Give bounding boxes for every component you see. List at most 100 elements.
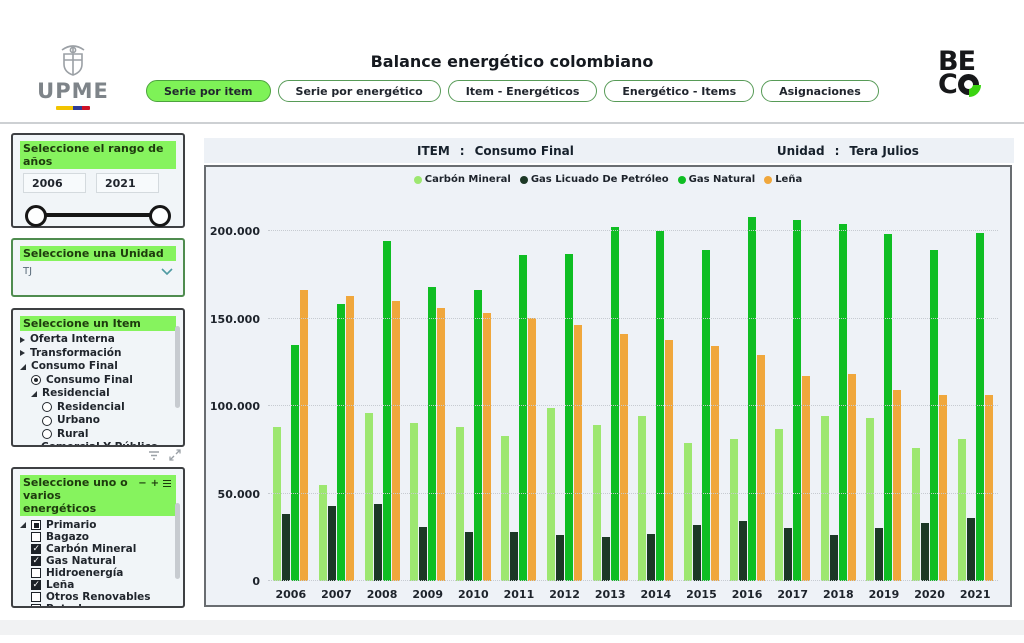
energetico-node-carbón-mineral[interactable]: Carbón Mineral bbox=[13, 543, 183, 555]
bar-gas-natural-2013[interactable] bbox=[611, 227, 619, 581]
bar-gas-natural-2018[interactable] bbox=[839, 224, 847, 581]
bar-gas-licuado-de-petróleo-2017[interactable] bbox=[784, 528, 792, 581]
legend-item-gas-licuado-de-petróleo[interactable]: Gas Licuado De Petróleo bbox=[520, 174, 669, 185]
radio-selected-icon[interactable] bbox=[31, 375, 41, 385]
bar-carbón-mineral-2014[interactable] bbox=[638, 416, 646, 581]
radio-icon[interactable] bbox=[42, 429, 52, 439]
bar-carbón-mineral-2006[interactable] bbox=[273, 427, 281, 581]
energetico-node-primario[interactable]: Primario bbox=[13, 519, 183, 531]
energetico-node-petroleo[interactable]: Petroleo bbox=[13, 603, 183, 608]
item-node-consumo-final[interactable]: Consumo Final bbox=[13, 360, 183, 374]
checkbox-checked-icon[interactable] bbox=[31, 544, 41, 554]
collapsed-arrow-icon[interactable] bbox=[20, 350, 25, 356]
tab-energético-items[interactable]: Energético - Items bbox=[604, 80, 754, 102]
item-node-urbano[interactable]: Urbano bbox=[13, 414, 183, 428]
item-node-consumo-final[interactable]: Consumo Final bbox=[13, 374, 183, 388]
bar-leña-2019[interactable] bbox=[893, 390, 901, 581]
energetico-node-gas-natural[interactable]: Gas Natural bbox=[13, 555, 183, 567]
item-node-transformación[interactable]: Transformación bbox=[13, 347, 183, 361]
checkbox-unchecked-icon[interactable] bbox=[31, 568, 41, 578]
bar-leña-2016[interactable] bbox=[757, 355, 765, 581]
bar-leña-2009[interactable] bbox=[437, 308, 445, 581]
tab-serie-por-energético[interactable]: Serie por energético bbox=[278, 80, 441, 102]
bar-leña-2010[interactable] bbox=[483, 313, 491, 581]
bar-gas-licuado-de-petróleo-2012[interactable] bbox=[556, 535, 564, 581]
bar-gas-natural-2012[interactable] bbox=[565, 254, 573, 581]
bar-gas-licuado-de-petróleo-2006[interactable] bbox=[282, 514, 290, 581]
bar-gas-licuado-de-petróleo-2007[interactable] bbox=[328, 506, 336, 581]
tab-serie-por-item[interactable]: Serie por item bbox=[146, 80, 271, 102]
bar-gas-licuado-de-petróleo-2009[interactable] bbox=[419, 527, 427, 581]
bar-leña-2012[interactable] bbox=[574, 325, 582, 581]
radio-icon[interactable] bbox=[42, 416, 52, 426]
collapsed-arrow-icon[interactable] bbox=[31, 445, 36, 447]
checkbox-checked-icon[interactable] bbox=[31, 556, 41, 566]
bar-gas-natural-2011[interactable] bbox=[519, 255, 527, 581]
item-node-rural[interactable]: Rural bbox=[13, 428, 183, 442]
bar-carbón-mineral-2009[interactable] bbox=[410, 423, 418, 581]
bar-leña-2007[interactable] bbox=[346, 296, 354, 581]
bar-gas-licuado-de-petróleo-2015[interactable] bbox=[693, 525, 701, 581]
item-node-oferta-interna[interactable]: Oferta Interna bbox=[13, 333, 183, 347]
expand-all-icon[interactable]: + bbox=[151, 477, 159, 490]
expanded-arrow-icon[interactable] bbox=[20, 522, 26, 528]
bar-leña-2014[interactable] bbox=[665, 340, 673, 581]
checkbox-partial-icon[interactable] bbox=[31, 520, 41, 530]
energetico-node-bagazo[interactable]: Bagazo bbox=[13, 531, 183, 543]
bar-leña-2020[interactable] bbox=[939, 395, 947, 581]
checkbox-unchecked-icon[interactable] bbox=[31, 592, 41, 602]
energetico-node-otros-renovables[interactable]: Otros Renovables bbox=[13, 591, 183, 603]
bar-gas-natural-2008[interactable] bbox=[383, 241, 391, 581]
bar-carbón-mineral-2010[interactable] bbox=[456, 427, 464, 581]
item-node-residencial[interactable]: Residencial bbox=[13, 401, 183, 415]
checkbox-checked-icon[interactable] bbox=[31, 580, 41, 590]
bar-carbón-mineral-2017[interactable] bbox=[775, 429, 783, 581]
energetico-node-hidroenergía[interactable]: Hidroenergía bbox=[13, 567, 183, 579]
bar-gas-natural-2014[interactable] bbox=[656, 231, 664, 581]
bar-carbón-mineral-2020[interactable] bbox=[912, 448, 920, 581]
bar-gas-natural-2016[interactable] bbox=[748, 217, 756, 581]
radio-icon[interactable] bbox=[42, 402, 52, 412]
slider-handle-end[interactable] bbox=[149, 205, 171, 227]
bar-gas-natural-2017[interactable] bbox=[793, 220, 801, 581]
bar-carbón-mineral-2016[interactable] bbox=[730, 439, 738, 581]
checkbox-unchecked-icon[interactable] bbox=[31, 532, 41, 542]
bar-leña-2015[interactable] bbox=[711, 346, 719, 581]
bar-leña-2021[interactable] bbox=[985, 395, 993, 581]
bar-gas-licuado-de-petróleo-2021[interactable] bbox=[967, 518, 975, 581]
bar-gas-natural-2010[interactable] bbox=[474, 290, 482, 581]
bar-gas-natural-2009[interactable] bbox=[428, 287, 436, 581]
bar-gas-natural-2015[interactable] bbox=[702, 250, 710, 581]
item-node-comercial-y-público[interactable]: Comercial Y Público bbox=[13, 441, 183, 447]
slider-handle-start[interactable] bbox=[25, 205, 47, 227]
bar-gas-licuado-de-petróleo-2016[interactable] bbox=[739, 521, 747, 581]
bar-gas-licuado-de-petróleo-2018[interactable] bbox=[830, 535, 838, 581]
bar-gas-natural-2021[interactable] bbox=[976, 233, 984, 581]
bar-gas-licuado-de-petróleo-2014[interactable] bbox=[647, 534, 655, 581]
expanded-arrow-icon[interactable] bbox=[20, 364, 26, 370]
bar-carbón-mineral-2012[interactable] bbox=[547, 408, 555, 581]
bar-carbón-mineral-2013[interactable] bbox=[593, 425, 601, 581]
year-end-input[interactable]: 2021 bbox=[96, 173, 159, 193]
energetico-node-leña[interactable]: Leña bbox=[13, 579, 183, 591]
legend-item-leña[interactable]: Leña bbox=[764, 174, 802, 185]
checkbox-unchecked-icon[interactable] bbox=[31, 604, 41, 608]
bar-carbón-mineral-2015[interactable] bbox=[684, 443, 692, 581]
bar-gas-natural-2020[interactable] bbox=[930, 250, 938, 581]
bar-carbón-mineral-2008[interactable] bbox=[365, 413, 373, 581]
bar-leña-2011[interactable] bbox=[528, 318, 536, 581]
bar-leña-2013[interactable] bbox=[620, 334, 628, 581]
list-icon[interactable] bbox=[163, 480, 171, 487]
bar-gas-natural-2006[interactable] bbox=[291, 345, 299, 581]
bar-carbón-mineral-2021[interactable] bbox=[958, 439, 966, 581]
energeticos-scrollbar[interactable] bbox=[175, 503, 180, 579]
year-start-input[interactable]: 2006 bbox=[23, 173, 86, 193]
legend-item-gas-natural[interactable]: Gas Natural bbox=[678, 174, 756, 185]
unit-dropdown[interactable]: TJ bbox=[23, 266, 173, 277]
item-scrollbar[interactable] bbox=[175, 326, 180, 408]
bar-leña-2017[interactable] bbox=[802, 376, 810, 581]
bar-carbón-mineral-2018[interactable] bbox=[821, 416, 829, 581]
bar-carbón-mineral-2007[interactable] bbox=[319, 485, 327, 581]
expanded-arrow-icon[interactable] bbox=[31, 391, 37, 397]
focus-mode-icon[interactable] bbox=[169, 449, 181, 461]
